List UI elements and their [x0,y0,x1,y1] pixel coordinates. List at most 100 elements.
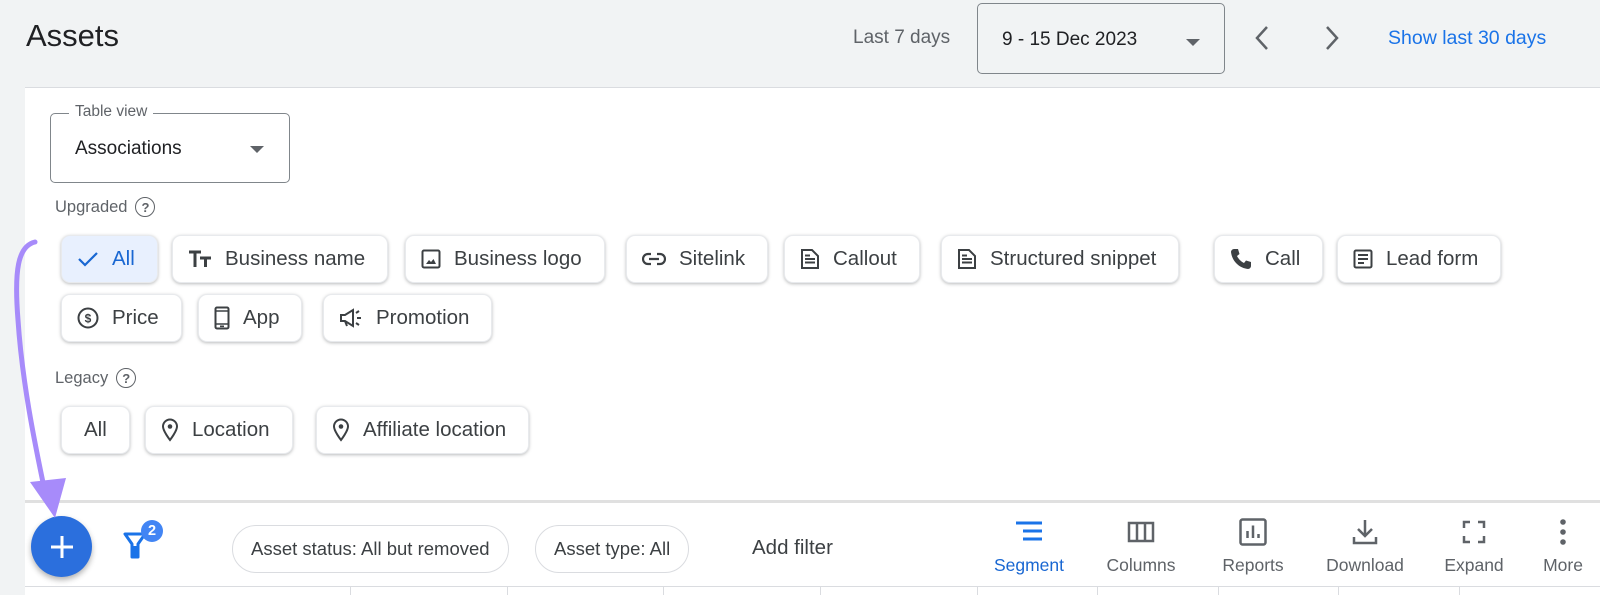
megaphone-icon [340,308,361,328]
previous-period-button[interactable] [1244,20,1280,56]
dollar-icon: $ [77,307,99,329]
chip-label: All [84,418,107,441]
filter-chip-asset-type[interactable]: Asset type: All [535,525,690,573]
chevron-right-icon [1326,26,1339,50]
filter-chip-label: Asset type: All [554,538,671,559]
tool-label: Reports [1222,555,1284,575]
table-header-row [25,586,1600,595]
column-divider[interactable] [977,587,978,595]
plus-icon [50,535,73,558]
download-button[interactable]: Download [1310,517,1420,581]
tool-label: Expand [1444,555,1504,575]
dropdown-arrow-icon [1186,39,1200,46]
text-icon [189,250,211,267]
chip-business-name[interactable]: Business name [172,235,389,283]
help-icon[interactable]: ? [135,197,156,217]
document-icon [801,249,819,269]
svg-text:$: $ [85,312,92,326]
chip-label: Callout [833,247,897,270]
tool-label: Segment [993,555,1065,575]
chip-label: Business logo [454,247,582,270]
download-icon [1352,520,1378,545]
filter-chip-label: Asset status: All but removed [251,538,490,559]
table-view-value: Associations [75,138,182,159]
tool-label: Columns [1106,555,1176,575]
table-toolbar: 2 Asset status: All but removed Asset ty… [25,500,1600,586]
filter-button[interactable]: 2 [123,520,169,566]
image-icon [421,249,441,269]
show-last-30-days-link[interactable]: Show last 30 days [1388,27,1546,50]
more-button[interactable]: More [1508,517,1600,581]
chip-label: Sitelink [679,247,746,270]
chip-label: Structured snippet [990,247,1157,270]
filter-count-badge: 2 [141,520,163,542]
add-asset-button[interactable] [31,516,92,577]
expand-icon [1462,520,1486,544]
chip-label: Price [112,306,159,329]
filter-chip-asset-status[interactable]: Asset status: All but removed [232,525,509,573]
form-icon [1353,249,1373,269]
chip-app[interactable]: App [198,294,303,342]
chip-sitelink[interactable]: Sitelink [626,235,769,283]
page-header: Assets Last 7 days 9 - 15 Dec 2023 Show … [0,0,1600,87]
chip-call[interactable]: Call [1214,235,1324,283]
chip-label: Affiliate location [363,418,507,441]
column-divider[interactable] [350,587,351,595]
phone-icon [1231,249,1251,269]
column-divider[interactable] [820,587,821,595]
chevron-left-icon [1255,26,1268,50]
column-divider[interactable] [663,587,664,595]
chip-upgraded-all[interactable]: All [61,235,158,283]
mobile-icon [214,306,230,330]
next-period-button[interactable] [1314,20,1350,56]
help-icon[interactable]: ? [116,368,137,388]
tool-label: More [1543,555,1583,575]
upgraded-section-label: Upgraded ? [55,197,156,217]
column-divider[interactable] [1218,587,1219,595]
columns-icon [1127,521,1155,543]
assets-panel: Table view Associations Upgraded ? All B… [25,87,1600,595]
columns-button[interactable]: Columns [1086,517,1196,581]
chip-label: Business name [225,247,366,270]
date-range-select[interactable]: 9 - 15 Dec 2023 [977,3,1225,74]
chip-business-logo[interactable]: Business logo [405,235,605,283]
tool-label: Download [1326,555,1404,575]
add-filter-button[interactable]: Add filter [752,536,833,560]
column-divider[interactable] [507,587,508,595]
chip-lead-form[interactable]: Lead form [1337,235,1502,283]
table-view-label: Table view [69,103,154,121]
column-divider[interactable] [1097,587,1098,595]
legacy-label: Legacy [55,368,109,387]
upgraded-label: Upgraded [55,197,128,216]
chip-structured-snippet[interactable]: Structured snippet [941,235,1180,283]
chip-label: Call [1265,247,1301,270]
dropdown-arrow-icon [250,146,264,153]
chip-legacy-all[interactable]: All [61,406,130,454]
reports-button[interactable]: Reports [1198,517,1308,581]
segment-button[interactable]: Segment [974,517,1084,581]
chip-label: App [243,306,280,329]
column-divider[interactable] [1338,587,1339,595]
link-icon [642,252,666,266]
column-divider[interactable] [1459,587,1460,595]
chip-label: Promotion [376,306,470,329]
chip-affiliate-location[interactable]: Affiliate location [316,406,530,454]
chip-label: Lead form [1386,247,1479,270]
date-range-label: Last 7 days [853,27,951,48]
location-pin-icon [332,418,350,442]
date-range-value: 9 - 15 Dec 2023 [1002,29,1138,50]
table-view-select[interactable]: Table view Associations [50,103,290,183]
segment-icon [1016,521,1042,541]
check-icon [78,252,98,267]
reports-icon [1239,518,1267,546]
document-icon [958,249,976,269]
chip-promotion[interactable]: Promotion [323,294,493,342]
chip-label: Location [192,418,270,441]
legacy-section-label: Legacy ? [55,368,137,388]
chip-callout[interactable]: Callout [784,235,920,283]
location-pin-icon [161,418,179,442]
chip-label: All [112,247,135,270]
chip-location[interactable]: Location [145,406,293,454]
more-vert-icon [1560,519,1566,545]
chip-price[interactable]: $ Price [61,294,182,342]
